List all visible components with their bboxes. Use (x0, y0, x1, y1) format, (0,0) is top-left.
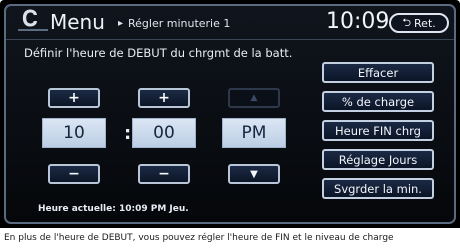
minute-minus-button[interactable]: − (138, 164, 190, 184)
hour-value: 10 (42, 118, 106, 148)
hour-plus-button[interactable]: + (48, 88, 100, 108)
charge-percent-button[interactable]: % de charge (322, 91, 434, 112)
ampm-value: PM (222, 118, 286, 148)
header-bar: 𝐂 Menu ▸ Régler minuterie 1 10:09 ⮌ Ret. (6, 6, 454, 40)
breadcrumb-arrow-icon: ▸ (118, 18, 124, 29)
minute-value: 00 (132, 118, 196, 148)
hour-minus-button[interactable]: − (48, 164, 100, 184)
time-separator: : (124, 123, 132, 144)
menu-title: Menu (50, 10, 105, 34)
clock: 10:09 (326, 9, 390, 34)
days-setting-button[interactable]: Réglage Jours (322, 149, 434, 170)
minute-plus-button[interactable]: + (138, 88, 190, 108)
end-time-button[interactable]: Heure FIN chrg (322, 120, 434, 141)
breadcrumb: Régler minuterie 1 (128, 17, 231, 30)
brand-logo-icon: 𝐂 (18, 9, 48, 35)
current-time-label: Heure actuelle: 10:09 PM Jeu. (38, 204, 189, 214)
ampm-down-button[interactable]: ▼ (228, 164, 280, 184)
save-button[interactable]: Svgrder la min. (322, 178, 434, 199)
ampm-up-button[interactable]: ▲ (228, 88, 280, 108)
return-arrow-icon: ⮌ (402, 15, 412, 29)
return-label: Ret. (414, 16, 436, 30)
timer-panel: 𝐂 Menu ▸ Régler minuterie 1 10:09 ⮌ Ret.… (4, 4, 456, 224)
display-screen: 𝐂 Menu ▸ Régler minuterie 1 10:09 ⮌ Ret.… (0, 0, 460, 228)
instruction-text: Définir l'heure de DEBUT du chrgmt de la… (24, 46, 293, 60)
caption-text: En plus de l'heure de DEBUT, vous pouvez… (0, 228, 460, 248)
clear-button[interactable]: Effacer (322, 62, 434, 83)
return-button[interactable]: ⮌ Ret. (389, 13, 449, 33)
